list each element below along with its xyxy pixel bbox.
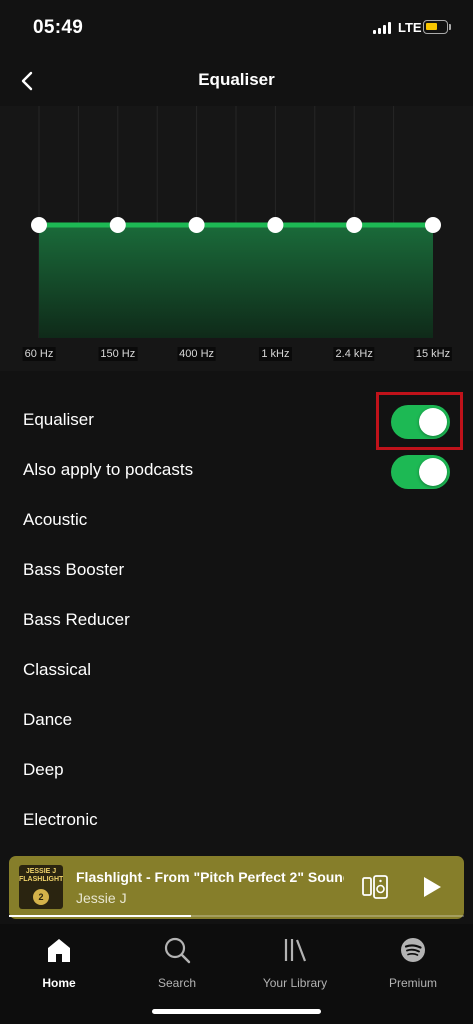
library-icon	[284, 939, 307, 962]
preset-label: Acoustic	[23, 510, 88, 529]
track-artist[interactable]: Jessie J	[76, 890, 127, 906]
podcasts-row[interactable]: Also apply to podcasts	[0, 446, 473, 496]
preset-label: Bass Reducer	[23, 610, 130, 629]
nav-label: Search	[157, 976, 197, 990]
eq-band-handle[interactable]	[346, 217, 363, 233]
frequency-label: 15 kHz	[413, 347, 453, 361]
nav-item-library[interactable]: Your Library	[250, 932, 340, 994]
preset-item-dance[interactable]: Dance	[0, 696, 473, 746]
frequency-label: 60 Hz	[22, 347, 56, 361]
track-title[interactable]: Flashlight - From "Pitch Perfect 2" Soun…	[76, 869, 344, 885]
equaliser-svg	[31, 106, 441, 338]
page-title: Equaliser	[198, 70, 275, 89]
spotify-icon	[401, 938, 425, 962]
eq-area	[39, 225, 433, 338]
devices-icon[interactable]	[361, 874, 389, 900]
frequency-label: 2.4 kHz	[333, 347, 375, 361]
eq-band-handle[interactable]	[267, 217, 284, 233]
podcasts-toggle[interactable]	[391, 455, 450, 489]
status-time: 05:49	[33, 17, 84, 38]
nav-label: Premium	[388, 976, 437, 990]
preset-label: Classical	[23, 660, 92, 679]
preset-item-deep[interactable]: Deep	[0, 746, 473, 796]
preset-label: Electronic	[23, 810, 98, 829]
home-icon	[48, 939, 70, 962]
preset-label: Bass Booster	[23, 560, 125, 579]
eq-band-handle[interactable]	[425, 217, 441, 233]
preset-item-acoustic[interactable]: Acoustic	[0, 496, 473, 546]
preset-item-electronic[interactable]: Electronic	[0, 796, 473, 846]
highlight-box	[376, 392, 463, 450]
nav-item-premium[interactable]: Premium	[368, 932, 458, 994]
header: Equaliser	[0, 56, 473, 106]
home-indicator	[152, 1009, 321, 1014]
preset-item-classical[interactable]: Classical	[0, 646, 473, 696]
nav-item-home[interactable]: Home	[14, 932, 104, 994]
signal-icon	[373, 22, 393, 34]
play-icon[interactable]	[421, 875, 443, 899]
preset-item-bass-booster[interactable]: Bass Booster	[0, 546, 473, 596]
nav-label: Your Library	[262, 976, 328, 990]
network-label: LTE	[398, 20, 422, 35]
album-art-text: JESSIE J FLASHLIGHT	[19, 868, 63, 883]
mini-player[interactable]: JESSIE J FLASHLIGHT 2 Flashlight - From …	[9, 856, 464, 919]
nav-item-search[interactable]: Search	[132, 932, 222, 994]
status-bar: 05:49 LTE	[0, 0, 473, 56]
album-art-number: 2	[33, 889, 49, 905]
eq-band-handle[interactable]	[31, 217, 47, 233]
album-art[interactable]: JESSIE J FLASHLIGHT 2	[19, 865, 63, 909]
preset-label: Dance	[23, 710, 73, 729]
frequency-label: 150 Hz	[98, 347, 138, 361]
frequency-label: 1 kHz	[259, 347, 292, 361]
toggle-knob	[419, 458, 447, 486]
battery-tip	[449, 24, 451, 30]
nav-label: Home	[42, 976, 76, 990]
equaliser-graph[interactable]: 60 Hz 150 Hz 400 Hz 1 kHz 2.4 kHz 15 kHz	[0, 106, 473, 371]
preset-label: Deep	[23, 760, 64, 779]
eq-band-handle[interactable]	[109, 217, 126, 233]
playback-progress	[9, 915, 464, 917]
podcasts-toggle-label: Also apply to podcasts	[23, 460, 194, 479]
search-icon	[164, 937, 191, 964]
frequency-label: 400 Hz	[177, 347, 217, 361]
battery-level	[426, 23, 437, 30]
eq-band-handle[interactable]	[188, 217, 205, 233]
battery-icon	[423, 20, 448, 34]
playback-progress-fill	[9, 915, 191, 917]
preset-item-bass-reducer[interactable]: Bass Reducer	[0, 596, 473, 646]
equaliser-toggle-label: Equaliser	[23, 410, 94, 429]
